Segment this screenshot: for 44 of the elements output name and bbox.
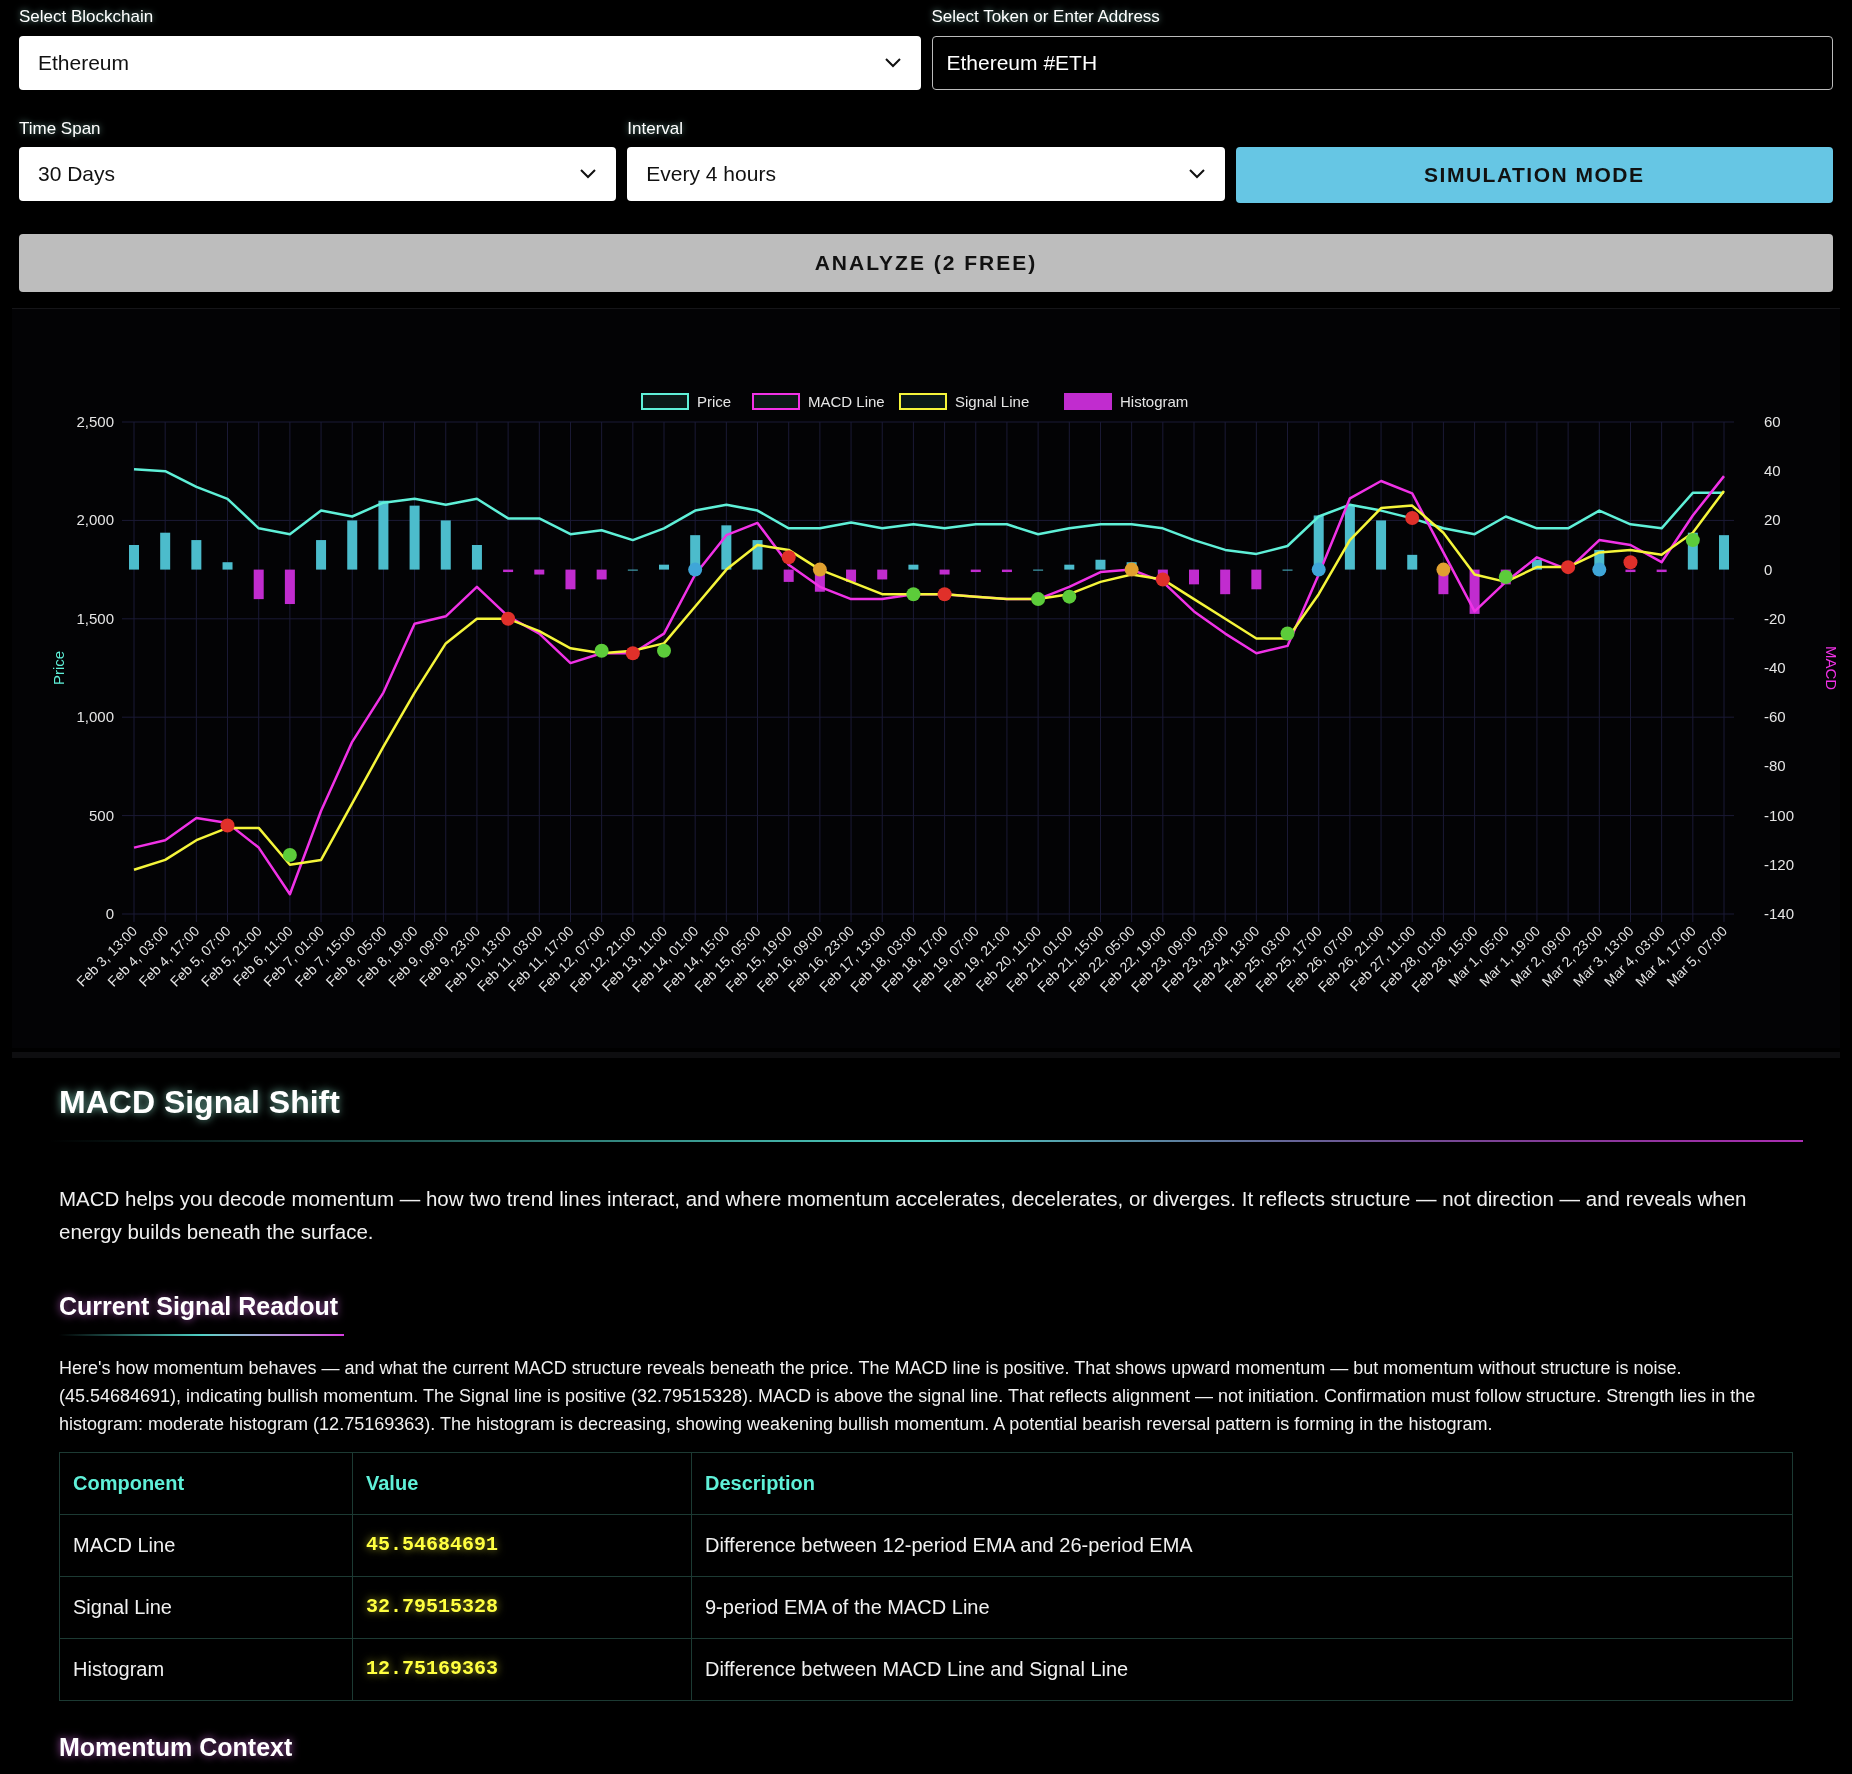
axis-tick-label: -40 [1764,659,1786,676]
field-label: Time Span [19,117,102,140]
table-cell: 9-period EMA of the MACD Line [691,1576,1793,1638]
axis-tick-label: -60 [1764,708,1786,726]
field-label: Select Token or Enter Address [931,6,1161,28]
section-title: MACD Signal Shift [59,1083,341,1122]
column-header: Component [59,1452,353,1514]
legend-label: Histogram [1120,393,1189,410]
table-cell: Signal Line [59,1576,353,1638]
legend-label: Price [697,393,732,410]
axis-tick-label: 0 [105,905,114,922]
table-cell: Histogram [59,1638,353,1700]
axis-tick-label: -80 [1764,757,1786,775]
axis-tick-label: 20 [1764,511,1781,529]
value-cell: 32.79515328 [352,1576,692,1638]
field-label: Select Blockchain [19,6,155,28]
value-cell: 45.54684691 [352,1514,692,1576]
axis-tick-label: 2,500 [76,413,114,430]
axis-tick-label: 1,000 [76,708,114,726]
axis-tick-label: -140 [1764,905,1795,922]
axis-tick-label: 0 [1764,560,1773,578]
intro-paragraph: MACD helps you decode momentum — how two trend lines interact, and where momentum accelerates, decelerates, or diverges. It reflects structure — not direction — and reveals when energy builds beneath the surface. [59,1186,1748,1245]
readout-paragraph: Here's how momentum behaves — and what the current MACD structure reveals beneath the price. The MACD line is positive. That shows upward momentum — but momentum without structure is noise. (45.54684691), indicating bullish momentum. The Signal line is positive (32.79515328). MACD is above the signal line. That reflects alignment — not initiation. Confirmation must follow structure. Strength lies in the histogram: moderate histogram (12.75169363). The histogram is decreasing, showing weakening bullish momentum. A potential bearish reversal pattern is forming in the histogram. [59,1356,1757,1436]
legend-label: Signal Line [955,393,1030,410]
column-header: Description [691,1452,1793,1514]
axis-tick-label: -20 [1764,609,1786,627]
axis-tick-label: -100 [1764,806,1795,824]
table-cell: Difference between 12-period EMA and 26-period EMA [691,1514,1793,1576]
value-cell: 12.75169363 [352,1638,692,1700]
axis-tick-label: -120 [1764,855,1795,873]
axis-tick-label: 500 [88,806,114,824]
readout-heading: Current Signal Readout [59,1291,340,1322]
table-cell: MACD Line [59,1514,353,1576]
axis-title: Price [50,650,67,686]
field-label: Interval [627,117,685,140]
axis-tick-label: 40 [1764,462,1781,480]
axis-title: MACD [1823,645,1840,691]
axis-tick-label: 1,500 [76,609,114,627]
table-cell: Difference between MACD Line and Signal Line [691,1638,1793,1700]
column-header: Value [352,1452,692,1514]
momentum-heading: Momentum Context [59,1731,294,1763]
axis-tick-label: 2,000 [76,511,114,529]
axis-tick-label: 60 [1764,413,1781,430]
legend-label: MACD Line [808,393,885,410]
